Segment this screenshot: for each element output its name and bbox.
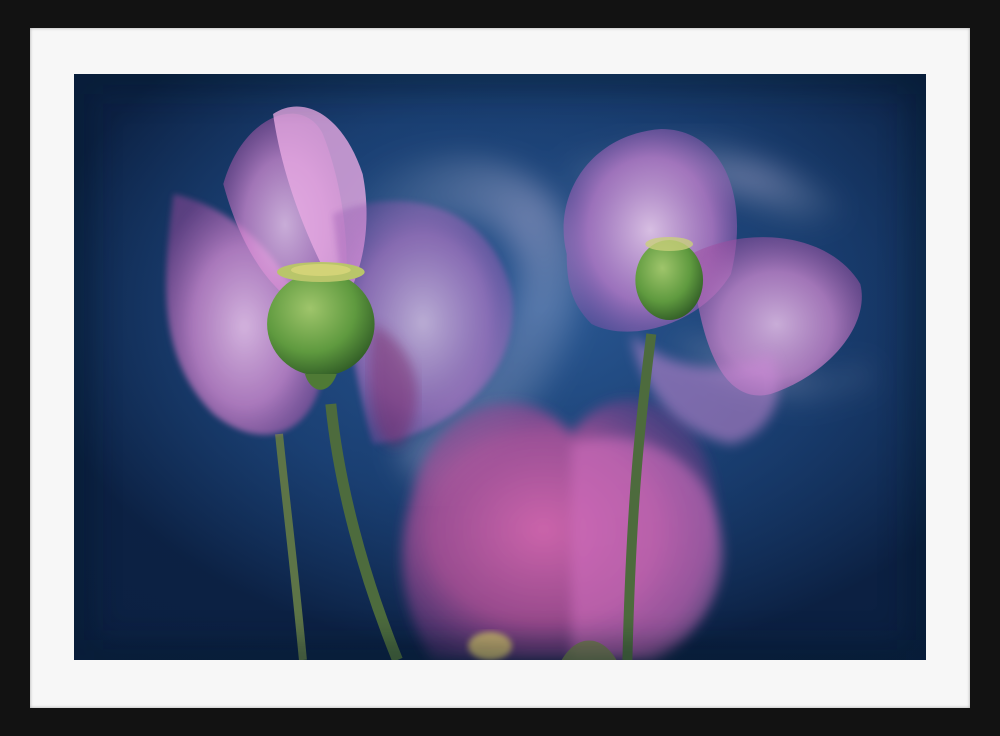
poppy-illustration bbox=[74, 74, 926, 660]
poppy-photograph bbox=[74, 74, 926, 660]
lower-poppy bbox=[402, 399, 723, 660]
picture-frame bbox=[0, 0, 1000, 736]
picture-mat bbox=[30, 28, 970, 708]
